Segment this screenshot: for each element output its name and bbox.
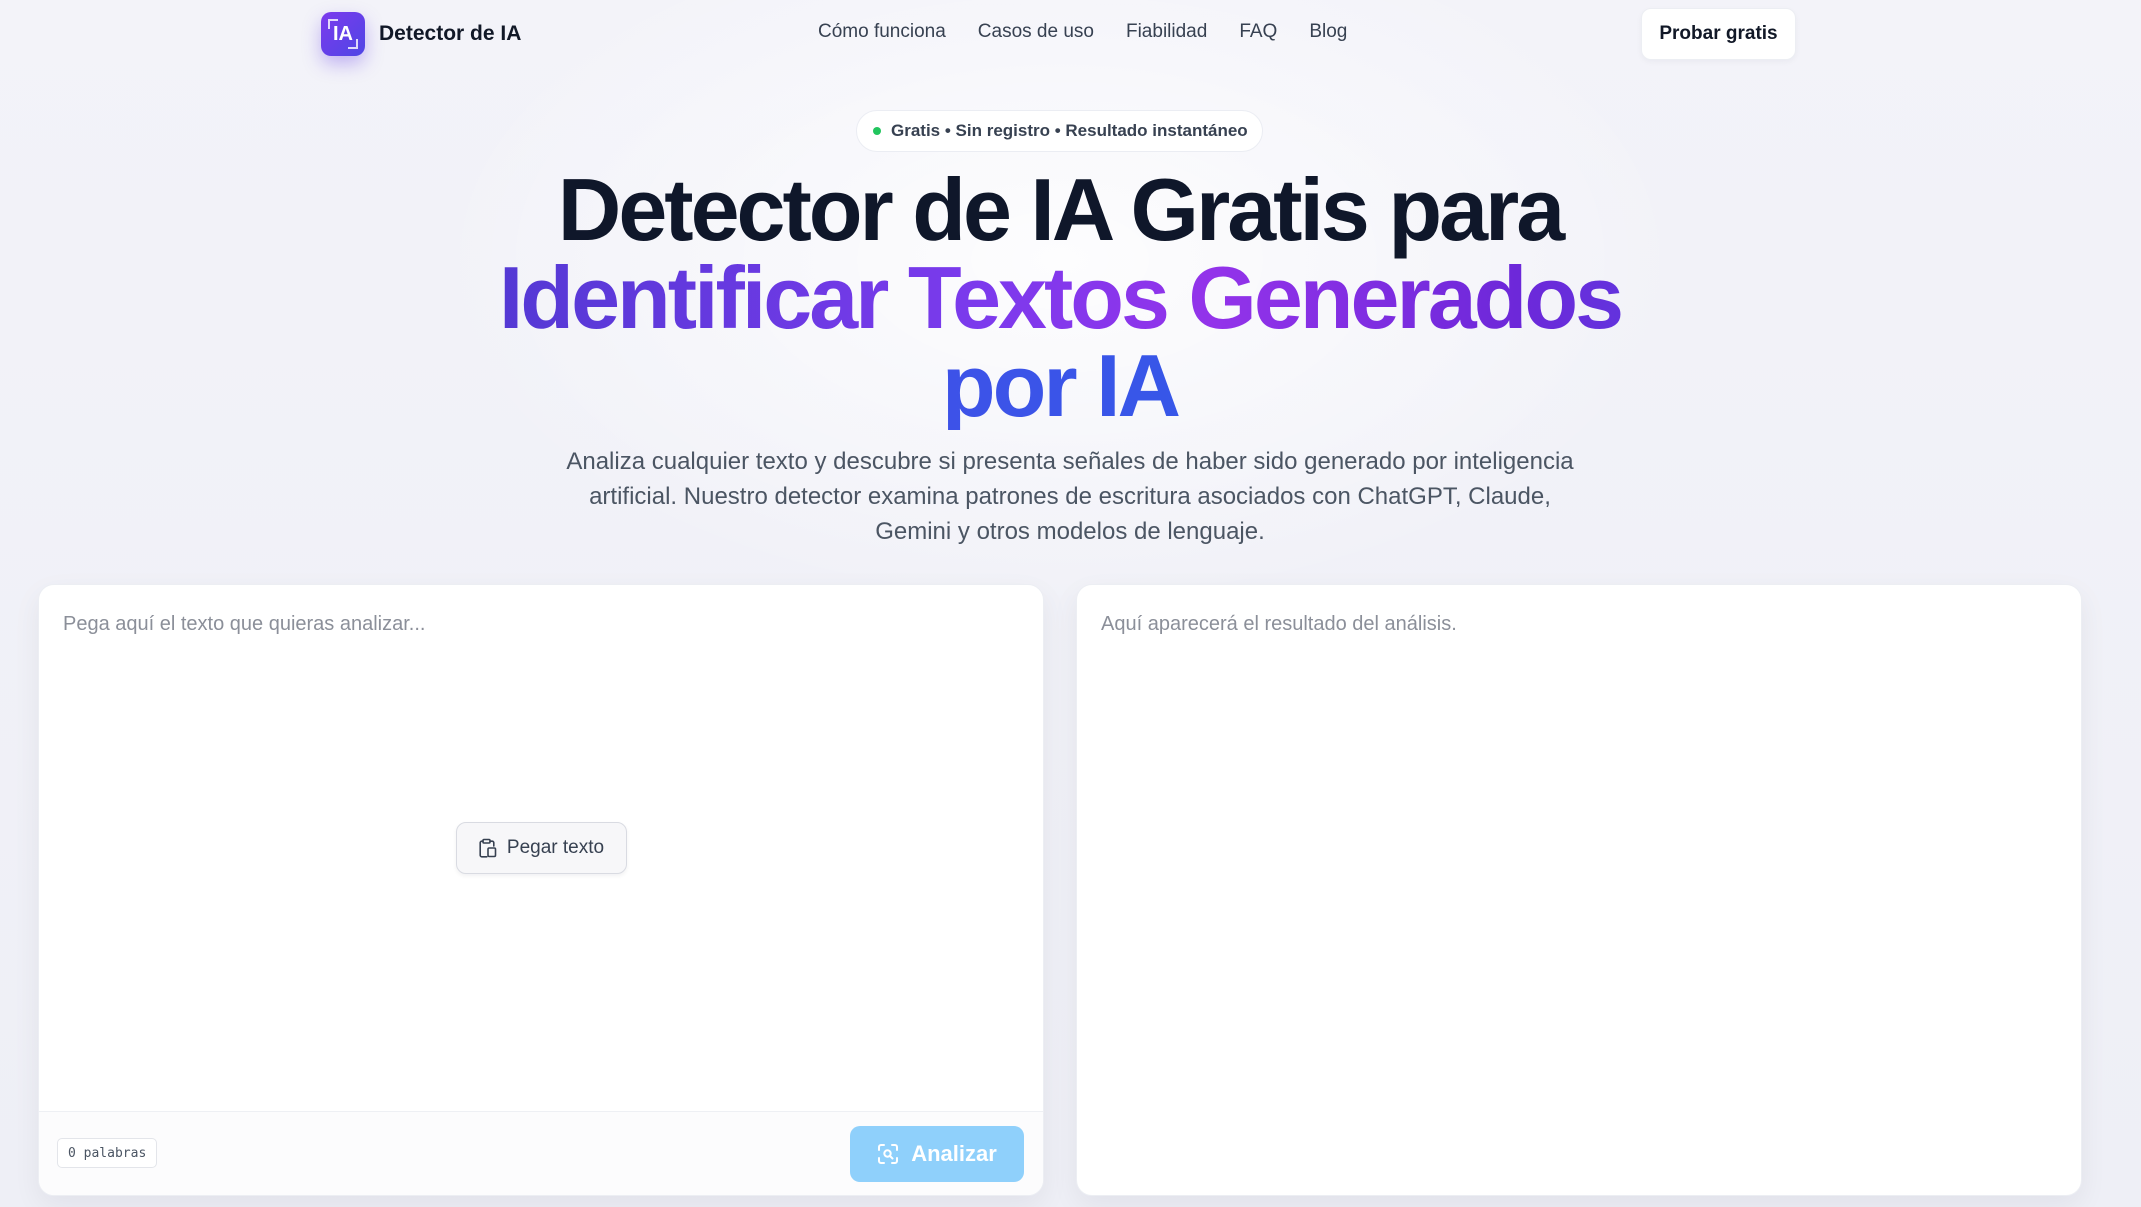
page-title-line-3: por IA (300, 342, 1820, 430)
nav-link-como-funciona[interactable]: Cómo funciona (818, 21, 946, 43)
scan-icon (878, 1144, 899, 1164)
word-count-badge: 0 palabras (57, 1138, 158, 1168)
analyze-button-label: Analizar (911, 1141, 997, 1166)
page: IA Detector de IA Cómo funciona Casos de… (0, 0, 2141, 1207)
nav-link-fiabilidad[interactable]: Fiabilidad (1126, 21, 1207, 43)
result-placeholder-text: Aquí aparecerá el resultado del análisis… (1101, 613, 1457, 635)
top-navigation: IA Detector de IA Cómo funciona Casos de… (0, 0, 2141, 68)
status-dot-icon (873, 127, 881, 135)
input-panel-footer: 0 palabras Analizar (39, 1111, 1043, 1195)
nav-link-casos-de-uso[interactable]: Casos de uso (978, 21, 1094, 43)
clipboard-icon (479, 838, 497, 858)
text-input-panel: Pegar texto 0 palabras Analizar (38, 584, 1044, 1196)
paste-text-label: Pegar texto (506, 837, 605, 858)
nav-links: Cómo funciona Casos de uso Fiabilidad FA… (818, 21, 1347, 43)
nav-link-blog[interactable]: Blog (1309, 21, 1347, 43)
analyze-button[interactable]: Analizar (850, 1126, 1024, 1182)
logo-mark-icon: IA (321, 12, 365, 56)
page-title: Detector de IA Gratis para Identificar T… (300, 166, 1820, 430)
page-subtitle: Analiza cualquier texto y descubre si pr… (566, 448, 1574, 545)
brand-logo[interactable]: IA Detector de IA (321, 12, 521, 56)
result-panel: Aquí aparecerá el resultado del análisis… (1076, 584, 2082, 1196)
nav-link-faq[interactable]: FAQ (1239, 21, 1277, 43)
page-title-line-2: Identificar Textos Generados (300, 254, 1820, 342)
brand-name: Detector de IA (379, 22, 522, 45)
paste-text-button[interactable]: Pegar texto (456, 822, 627, 874)
try-free-button[interactable]: Probar gratis (1641, 8, 1796, 60)
feature-badge-text: Gratis • Sin registro • Resultado instan… (891, 121, 1248, 140)
page-title-line-1: Detector de IA Gratis para (557, 160, 1565, 259)
feature-badge: Gratis • Sin registro • Resultado instan… (856, 110, 1263, 152)
